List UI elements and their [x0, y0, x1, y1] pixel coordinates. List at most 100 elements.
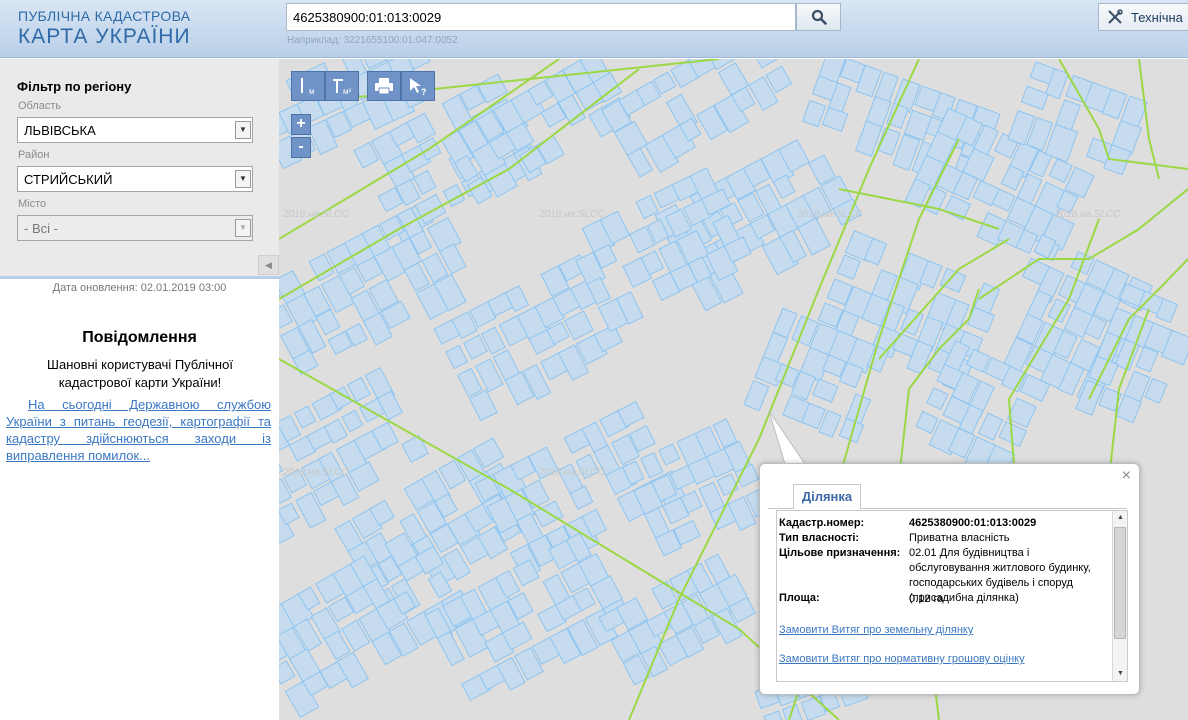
parcel[interactable] [445, 344, 469, 370]
parcel[interactable] [836, 254, 861, 280]
parcel[interactable] [801, 99, 827, 128]
filter-divider [0, 276, 279, 279]
parcel[interactable] [743, 379, 770, 412]
parcel[interactable] [293, 405, 317, 429]
parcel[interactable] [1135, 346, 1159, 373]
sidebar: Фільтр по регіону Область ЛЬВІВСЬКА ▼ Ра… [0, 59, 279, 720]
parcel[interactable] [1006, 397, 1037, 429]
zoom-out-button[interactable]: - [291, 137, 311, 158]
identify-button[interactable]: ? [401, 71, 435, 101]
ownership-value: Приватна власність [909, 532, 1010, 544]
parcel[interactable] [1048, 158, 1073, 184]
collapse-sidebar-button[interactable]: ◀ [258, 255, 279, 275]
print-icon [375, 78, 393, 95]
parcel[interactable] [401, 434, 429, 463]
distance-unit: м [309, 87, 315, 96]
filter-title: Фільтр по регіону [17, 79, 132, 94]
search-button[interactable] [796, 3, 841, 31]
parcel[interactable] [640, 452, 664, 479]
purpose-row: Цільове призначення: [779, 547, 900, 559]
notice-text: Шановні користувачі Публічної кадастрово… [47, 357, 233, 390]
technical-button[interactable]: Технічна [1098, 3, 1188, 31]
parcel[interactable] [341, 409, 364, 433]
search-example-hint: Наприклад: 3221655100:01:047:0052 [287, 35, 458, 46]
scroll-down-icon[interactable]: ▼ [1113, 667, 1127, 681]
rayon-label: Район [18, 149, 50, 161]
map-watermark: 2018.на.SLCC [283, 467, 349, 478]
scroll-thumb[interactable] [1114, 527, 1126, 639]
misto-select[interactable]: - Всі - ▼ [17, 215, 253, 241]
print-button[interactable] [367, 71, 401, 101]
popup-content: Кадастр.номер: 4625380900:01:013:0029 Ти… [776, 510, 1128, 682]
scroll-up-icon[interactable]: ▲ [1113, 511, 1127, 525]
parcel[interactable] [413, 169, 437, 195]
ownership-label: Тип власності: [779, 532, 860, 544]
magnifier-icon [811, 9, 827, 25]
rayon-value: СТРИЙСЬКИЙ [24, 172, 113, 187]
order-parcel-extract-link[interactable]: Замовити Витяг про земельну ділянку [779, 624, 973, 636]
parcel[interactable] [812, 378, 839, 403]
notice-title: Повідомлення [82, 329, 197, 346]
measure-distance-icon: м [301, 78, 315, 96]
parcel[interactable] [926, 387, 949, 411]
zoom-in-button[interactable]: + [291, 114, 311, 135]
parcel[interactable] [336, 651, 369, 689]
parcel[interactable] [279, 453, 284, 482]
region-filter-panel: Фільтр по регіону Область ЛЬВІВСЬКА ▼ Ра… [0, 59, 279, 276]
cadastral-label: Кадастр.номер: [779, 517, 865, 529]
update-date: Дата оновлення: 02.01.2019 03:00 [52, 282, 227, 294]
map-watermark: 2018.на.SLCC [539, 467, 605, 478]
order-valuation-extract-link[interactable]: Замовити Витяг про нормативну грошову оц… [779, 653, 1025, 665]
map-watermark: 2018.на.SLCC [1055, 209, 1121, 220]
chevron-down-icon[interactable]: ▼ [235, 170, 251, 188]
oblast-label: Область [18, 100, 62, 112]
chevron-down-icon[interactable]: ▼ [235, 219, 251, 237]
map-watermark: 2018.на.SLCC [797, 209, 863, 220]
parcel[interactable] [716, 473, 739, 497]
popup-pointer [768, 410, 806, 465]
parcel[interactable] [939, 267, 967, 293]
popup-scrollbar[interactable]: ▲ ▼ [1112, 511, 1127, 681]
identify-help-icon: ? [410, 78, 427, 96]
parcel[interactable] [346, 376, 371, 403]
site-logo[interactable]: ПУБЛІЧНА КАДАСТРОВА КАРТА УКРАЇНИ [18, 8, 191, 49]
map-view[interactable]: 2018.на.SLCC 2018.на.SLCC 2018.на.SLCC 2… [279, 59, 1188, 720]
cadastral-search-input[interactable] [286, 3, 796, 31]
chevron-down-icon[interactable]: ▼ [235, 121, 251, 139]
parcel-block[interactable] [440, 59, 636, 207]
map-watermark: 2018.на.SLCC [539, 209, 605, 220]
area-label: Площа: [779, 592, 820, 604]
measure-area-button[interactable]: м² [325, 71, 359, 101]
rayon-select[interactable]: СТРИЙСЬКИЙ ▼ [17, 166, 253, 192]
parcel[interactable] [821, 106, 849, 133]
oblast-select[interactable]: ЛЬВІВСЬКА ▼ [17, 117, 253, 143]
parcel[interactable] [915, 410, 939, 435]
ownership-row: Тип власності: [779, 532, 859, 544]
measure-area-icon: м² [333, 79, 352, 96]
parcel[interactable] [468, 389, 498, 422]
app-header: ПУБЛІЧНА КАДАСТРОВА КАРТА УКРАЇНИ Наприк… [0, 0, 1188, 58]
parcel[interactable] [772, 307, 798, 339]
parcel[interactable] [1020, 85, 1049, 111]
parcel[interactable] [658, 443, 681, 466]
parcel-block[interactable] [598, 551, 762, 690]
area-row: Площа: [779, 592, 820, 604]
logo-line-2: КАРТА УКРАЇНИ [18, 25, 191, 48]
close-icon[interactable]: × [1122, 467, 1131, 485]
map-watermark: 2018.на.SLCC [283, 209, 349, 220]
purpose-label: Цільове призначення: [779, 547, 901, 559]
oblast-value: ЛЬВІВСЬКА [24, 123, 96, 138]
svg-text:?: ? [421, 87, 427, 96]
misto-value: - Всі - [24, 221, 58, 236]
cadastral-row: Кадастр.номер: [779, 517, 864, 529]
technical-label: Технічна [1131, 9, 1183, 25]
logo-line-1: ПУБЛІЧНА КАДАСТРОВА [18, 8, 191, 24]
notice-link[interactable]: На сьогодні Державною службою України з … [6, 396, 271, 464]
misto-label: Місто [18, 198, 47, 210]
area-unit: м² [343, 87, 352, 96]
parcel-info-popup: × Ділянка Кадастр.номер: 4625380900:01:0… [759, 463, 1140, 695]
measure-distance-button[interactable]: м [291, 71, 325, 101]
parcel[interactable] [752, 59, 779, 69]
cadastral-value: 4625380900:01:013:0029 [909, 517, 1037, 529]
tab-parcel[interactable]: Ділянка [793, 484, 861, 509]
